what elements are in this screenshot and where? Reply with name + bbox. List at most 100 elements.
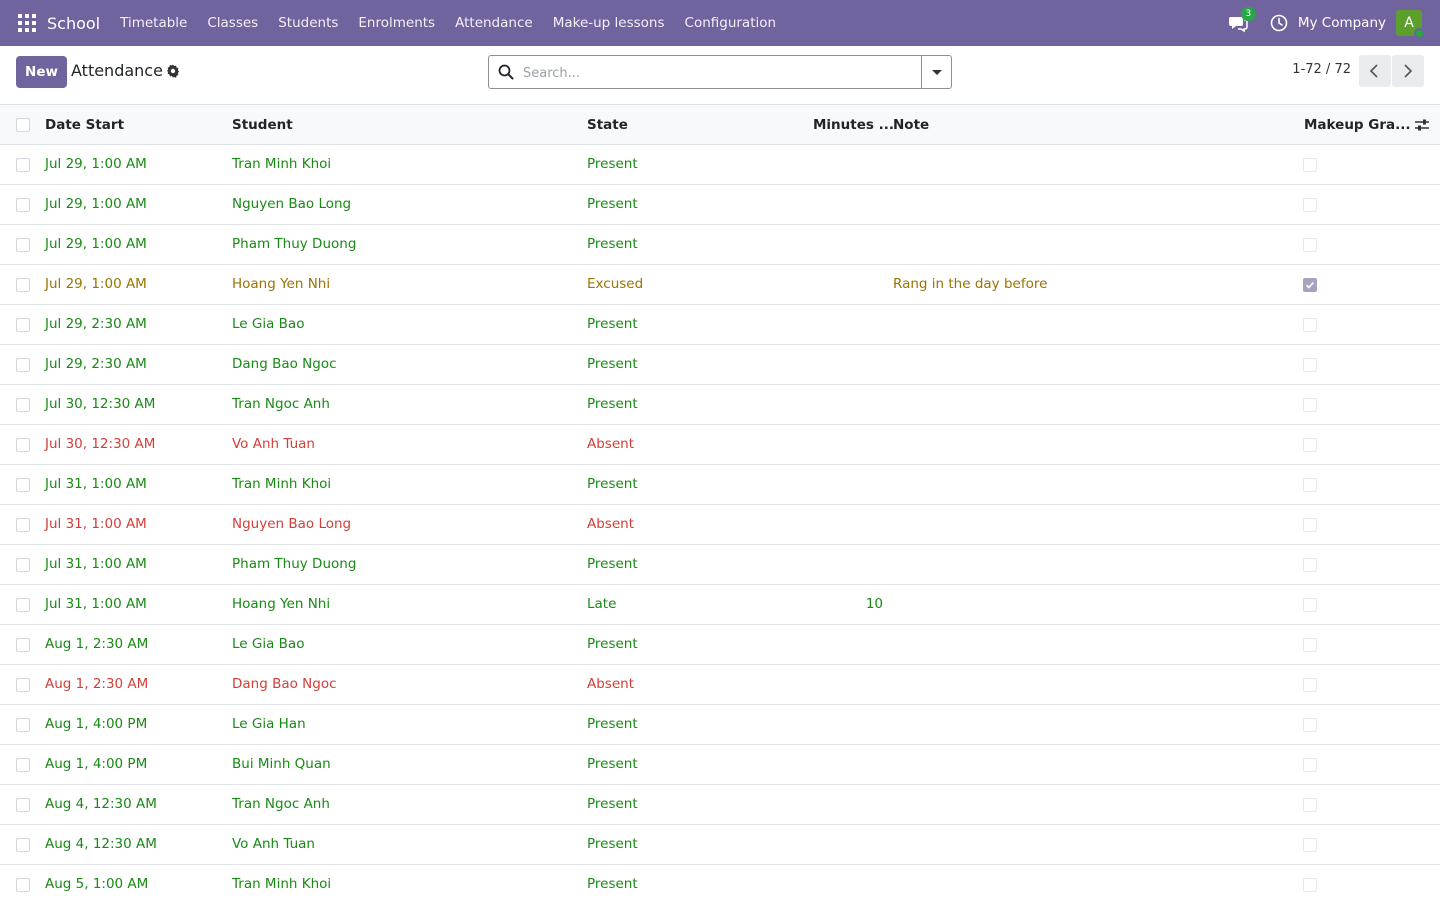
table-row[interactable]: Jul 30, 12:30 AM Tran Ngoc Anh Present xyxy=(0,385,1440,425)
table-row[interactable]: Jul 31, 1:00 AM Pham Thuy Duong Present xyxy=(0,545,1440,585)
page-title: Attendance xyxy=(71,61,163,80)
table-row[interactable]: Aug 4, 12:30 AM Vo Anh Tuan Present xyxy=(0,825,1440,865)
search-input[interactable] xyxy=(523,62,913,84)
row-select-checkbox[interactable] xyxy=(16,598,30,612)
cell-student: Nguyen Bao Long xyxy=(232,196,352,212)
new-button[interactable]: New xyxy=(16,56,67,88)
row-select-checkbox[interactable] xyxy=(16,238,30,252)
makeup-granted-checkbox[interactable] xyxy=(1303,238,1317,252)
table-row[interactable]: Jul 31, 1:00 AM Nguyen Bao Long Absent xyxy=(0,505,1440,545)
makeup-granted-checkbox[interactable] xyxy=(1303,838,1317,852)
messages-icon[interactable]: 3 xyxy=(1228,7,1256,33)
makeup-granted-checkbox[interactable] xyxy=(1303,278,1317,292)
table-row[interactable]: Jul 29, 1:00 AM Pham Thuy Duong Present xyxy=(0,225,1440,265)
table-row[interactable]: Jul 29, 1:00 AM Nguyen Bao Long Present xyxy=(0,185,1440,225)
row-select-checkbox[interactable] xyxy=(16,718,30,732)
cell-note: Rang in the day before xyxy=(893,276,1048,292)
apps-grid-icon[interactable] xyxy=(18,14,36,32)
makeup-granted-checkbox[interactable] xyxy=(1303,318,1317,332)
table-row[interactable]: Jul 29, 2:30 AM Le Gia Bao Present xyxy=(0,305,1440,345)
cell-state: Late xyxy=(587,596,617,612)
table-row[interactable]: Aug 1, 4:00 PM Bui Minh Quan Present xyxy=(0,745,1440,785)
cell-student: Tran Minh Khoi xyxy=(232,476,332,492)
row-select-checkbox[interactable] xyxy=(16,478,30,492)
table-row[interactable]: Jul 30, 12:30 AM Vo Anh Tuan Absent xyxy=(0,425,1440,465)
cell-student: Tran Minh Khoi xyxy=(232,156,332,172)
column-date-start[interactable]: Date Start xyxy=(45,105,124,145)
menu-classes[interactable]: Classes xyxy=(197,0,268,46)
table-row[interactable]: Jul 29, 1:00 AM Tran Minh Khoi Present xyxy=(0,145,1440,185)
menu-timetable[interactable]: Timetable xyxy=(110,0,197,46)
row-select-checkbox[interactable] xyxy=(16,758,30,772)
column-note[interactable]: Note xyxy=(893,105,929,145)
makeup-granted-checkbox[interactable] xyxy=(1303,878,1317,892)
column-makeup[interactable]: Makeup Gra... xyxy=(1304,105,1411,145)
makeup-granted-checkbox[interactable] xyxy=(1303,358,1317,372)
user-avatar[interactable]: A xyxy=(1396,10,1425,39)
pager-previous-button[interactable] xyxy=(1359,55,1391,87)
table-row[interactable]: Aug 4, 12:30 AM Tran Ngoc Anh Present xyxy=(0,785,1440,825)
menu-students[interactable]: Students xyxy=(268,0,348,46)
makeup-granted-checkbox[interactable] xyxy=(1303,758,1317,772)
table-row[interactable]: Aug 1, 2:30 AM Le Gia Bao Present xyxy=(0,625,1440,665)
cell-date-start: Jul 29, 2:30 AM xyxy=(45,356,147,372)
table-row[interactable]: Jul 29, 1:00 AM Hoang Yen Nhi Excused Rang … xyxy=(0,265,1440,305)
activity-clock-icon[interactable] xyxy=(1270,14,1288,32)
search-options-toggle[interactable] xyxy=(921,56,951,88)
makeup-granted-checkbox[interactable] xyxy=(1303,398,1317,412)
company-switcher[interactable]: My Company xyxy=(1298,15,1386,31)
table-row[interactable]: Aug 5, 1:00 AM Tran Minh Khoi Present xyxy=(0,865,1440,900)
row-select-checkbox[interactable] xyxy=(16,558,30,572)
menu-configuration[interactable]: Configuration xyxy=(675,0,787,46)
makeup-granted-checkbox[interactable] xyxy=(1303,158,1317,172)
menu-attendance[interactable]: Attendance xyxy=(445,0,543,46)
makeup-granted-checkbox[interactable] xyxy=(1303,638,1317,652)
cell-student: Hoang Yen Nhi xyxy=(232,596,331,612)
column-student[interactable]: Student xyxy=(232,105,293,145)
pager-value[interactable]: 1-72 / 72 xyxy=(1292,62,1351,77)
row-select-checkbox[interactable] xyxy=(16,878,30,892)
cell-minutes xyxy=(813,505,883,545)
row-select-checkbox[interactable] xyxy=(16,358,30,372)
row-select-checkbox[interactable] xyxy=(16,398,30,412)
table-row[interactable]: Jul 31, 1:00 AM Hoang Yen Nhi Late 10 xyxy=(0,585,1440,625)
table-row[interactable]: Aug 1, 2:30 AM Dang Bao Ngoc Absent xyxy=(0,665,1440,705)
makeup-granted-checkbox[interactable] xyxy=(1303,678,1317,692)
cell-student: Tran Minh Khoi xyxy=(232,876,332,892)
app-name[interactable]: School xyxy=(47,14,100,33)
cell-minutes xyxy=(813,305,883,345)
column-state[interactable]: State xyxy=(587,105,628,145)
cell-student: Hoang Yen Nhi xyxy=(232,276,331,292)
row-select-checkbox[interactable] xyxy=(16,838,30,852)
select-all-checkbox[interactable] xyxy=(16,118,30,132)
cell-student: Le Gia Bao xyxy=(232,636,305,652)
row-select-checkbox[interactable] xyxy=(16,158,30,172)
row-select-checkbox[interactable] xyxy=(16,318,30,332)
column-minutes[interactable]: Minutes ... xyxy=(813,105,894,145)
row-select-checkbox[interactable] xyxy=(16,438,30,452)
makeup-granted-checkbox[interactable] xyxy=(1303,198,1317,212)
gear-icon[interactable] xyxy=(166,64,180,78)
table-row[interactable]: Jul 31, 1:00 AM Tran Minh Khoi Present xyxy=(0,465,1440,505)
row-select-checkbox[interactable] xyxy=(16,198,30,212)
makeup-granted-checkbox[interactable] xyxy=(1303,438,1317,452)
makeup-granted-checkbox[interactable] xyxy=(1303,718,1317,732)
row-select-checkbox[interactable] xyxy=(16,678,30,692)
pager-next-button[interactable] xyxy=(1392,55,1424,87)
optional-columns-icon[interactable] xyxy=(1414,117,1430,133)
row-select-checkbox[interactable] xyxy=(16,798,30,812)
row-select-checkbox[interactable] xyxy=(16,638,30,652)
makeup-granted-checkbox[interactable] xyxy=(1303,798,1317,812)
table-row[interactable]: Aug 1, 4:00 PM Le Gia Han Present xyxy=(0,705,1440,745)
control-panel: New Attendance 1-72 / 72 xyxy=(0,46,1440,105)
row-select-checkbox[interactable] xyxy=(16,278,30,292)
table-row[interactable]: Jul 29, 2:30 AM Dang Bao Ngoc Present xyxy=(0,345,1440,385)
makeup-granted-checkbox[interactable] xyxy=(1303,518,1317,532)
menu-enrolments[interactable]: Enrolments xyxy=(348,0,445,46)
row-select-checkbox[interactable] xyxy=(16,518,30,532)
menu-make-up-lessons[interactable]: Make-up lessons xyxy=(543,0,675,46)
makeup-granted-checkbox[interactable] xyxy=(1303,598,1317,612)
cell-student: Le Gia Han xyxy=(232,716,306,732)
makeup-granted-checkbox[interactable] xyxy=(1303,558,1317,572)
makeup-granted-checkbox[interactable] xyxy=(1303,478,1317,492)
